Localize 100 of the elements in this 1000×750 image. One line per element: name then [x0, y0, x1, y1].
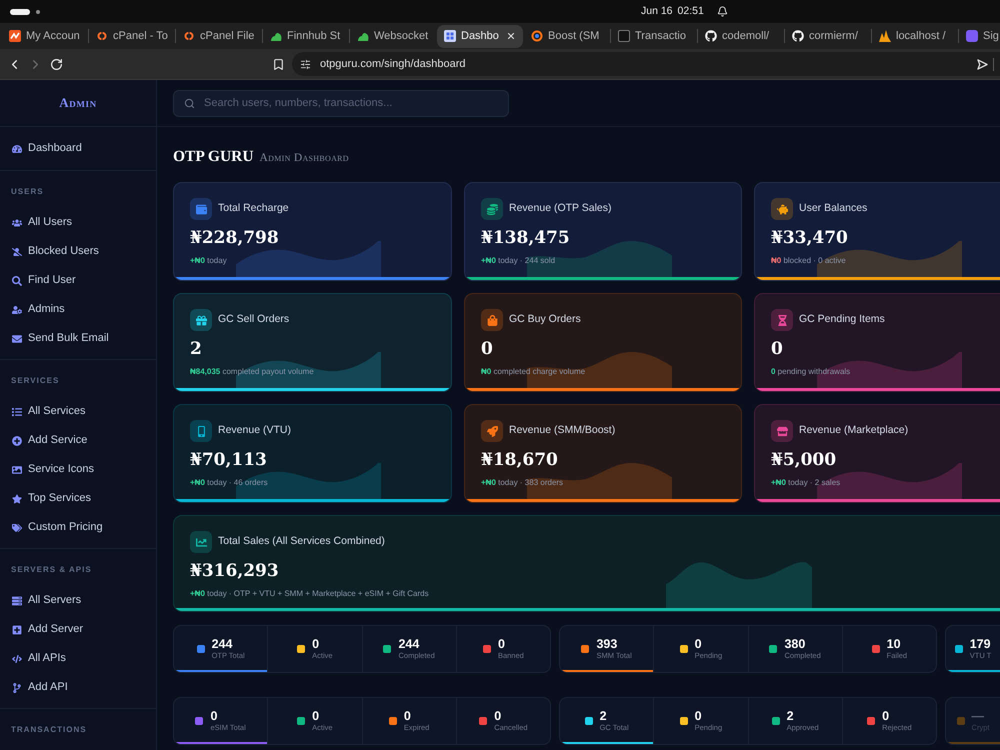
card-note: ₦84,035 completed payout volume	[190, 366, 314, 378]
branch-icon	[12, 682, 22, 692]
card-title: GC Pending Items	[799, 312, 885, 328]
stat-value: 2	[600, 709, 607, 723]
browser-tab[interactable]: cPanel File	[176, 24, 262, 48]
stat-value: 0	[498, 637, 505, 651]
accent-underline	[946, 670, 1000, 672]
rocket-icon	[481, 420, 503, 442]
grid-logo-icon	[444, 30, 456, 42]
sidebar-item[interactable]: Add API	[0, 673, 156, 702]
sidebar-item[interactable]: All APIs	[0, 644, 156, 673]
user-gear-icon	[12, 304, 22, 314]
send-icon[interactable]	[977, 58, 988, 70]
stat-value: 0	[494, 709, 502, 723]
cloud-icon	[357, 30, 369, 42]
card-title: Revenue (Marketplace)	[799, 423, 908, 438]
image-icon	[12, 464, 22, 474]
list-icon	[12, 406, 22, 416]
workspace-indicator[interactable]	[10, 8, 30, 14]
browser-tab[interactable]: cormierm/	[785, 24, 871, 48]
card-value: 0	[771, 338, 783, 360]
card-value: 2	[190, 338, 202, 360]
sidebar-item[interactable]: Top Services	[0, 484, 156, 513]
card-value: ₦316,293	[190, 560, 279, 582]
card-title: Total Sales (All Services Combined)	[218, 534, 385, 550]
stat-value: 0	[312, 637, 320, 651]
browser-tab[interactable]: Finnhub St	[263, 24, 349, 48]
github-icon	[705, 30, 717, 42]
cloud-icon	[270, 30, 282, 42]
section-heading: SERVICES	[10, 375, 60, 387]
browser-tab[interactable]: localhost /	[872, 24, 958, 48]
stat-value: 244	[398, 637, 420, 651]
bell-icon[interactable]	[716, 6, 728, 17]
section-heading: SERVERS & APIS	[10, 564, 92, 576]
card-value: ₦33,470	[771, 227, 848, 249]
envelope-icon	[12, 334, 22, 344]
stat-value: 0	[882, 709, 890, 723]
sliders-icon[interactable]	[300, 58, 311, 70]
sidebar-item[interactable]: Service Icons	[0, 455, 156, 484]
browser-tab[interactable]: Websocket	[350, 24, 436, 48]
stat-value: 244	[212, 637, 232, 651]
sidebar-item[interactable]: Add Service	[0, 426, 156, 455]
sidebar-item[interactable]: All Users	[0, 208, 156, 237]
browser-tab[interactable]: My Accoun	[2, 24, 88, 48]
accent-underline	[946, 742, 1000, 744]
sidebar-item[interactable]: All Servers	[0, 586, 156, 615]
sidebar-item[interactable]: All Services	[0, 397, 156, 426]
hourglass-icon	[771, 309, 793, 331]
sidebar-item[interactable]: Dashboard	[0, 134, 156, 163]
card-note: +₦0 today · OTP + VTU + SMM + Marketplace + eSIM + Gift Cards	[190, 588, 429, 600]
ring-logo-icon	[531, 30, 543, 42]
stat-value: 0	[312, 709, 320, 723]
card-title: GC Sell Orders	[218, 312, 290, 328]
reload-icon	[50, 58, 62, 70]
clock-time: 02:51	[678, 4, 704, 19]
stat-value: 10	[886, 637, 901, 651]
peaks-logo-icon	[879, 30, 891, 42]
card-note: +₦0 today	[190, 255, 227, 267]
stat-value: —	[972, 709, 984, 723]
search-field[interactable]: Search users, numbers, transactions...	[173, 90, 509, 116]
page-subtitle: Admin Dashboard	[260, 151, 349, 166]
browser-tab[interactable]: Sig	[959, 24, 1000, 48]
star-icon	[12, 494, 22, 504]
section-heading: TRANSACTIONS	[10, 724, 87, 736]
address-field[interactable]: otpguru.com/singh/dashboard	[292, 52, 1000, 76]
stat-value: 393	[596, 637, 618, 651]
gauge-icon	[12, 144, 22, 154]
card-note: +₦0 today · 244 sold	[481, 255, 556, 267]
stat-value: 380	[784, 637, 806, 651]
coins-icon	[481, 198, 503, 220]
browser-tab[interactable]: Dashbo	[437, 24, 523, 48]
browser-tab[interactable]: Boost (SM	[524, 24, 610, 48]
stat-value: 179	[970, 637, 991, 651]
chart-line-icon	[190, 531, 212, 553]
card-note: 0 pending withdrawals	[771, 366, 850, 378]
browser-tab[interactable]: codemoll/	[698, 24, 784, 48]
card-value: ₦70,113	[190, 449, 267, 471]
date-text: Jun 16	[641, 4, 673, 19]
close-icon	[506, 31, 516, 41]
github-icon	[792, 30, 804, 42]
card-title: Revenue (VTU)	[218, 423, 291, 438]
card-note: ₦0 blocked · 0 active	[771, 255, 846, 267]
store-icon	[771, 420, 793, 442]
card-note: ₦0 completed charge volume	[481, 366, 586, 378]
sidebar-item[interactable]: Blocked Users	[0, 237, 156, 266]
sidebar-item[interactable]: Custom Pricing	[0, 513, 156, 542]
card-note: +₦0 today · 383 orders	[481, 477, 564, 489]
sidebar-item[interactable]: Find User	[0, 266, 156, 295]
card-note: +₦0 today · 2 sales	[771, 477, 840, 489]
card-value: ₦18,670	[481, 449, 558, 471]
search-icon	[184, 98, 195, 108]
page-title: OTP GURU	[173, 147, 254, 167]
search-icon	[12, 276, 22, 286]
sidebar-item[interactable]: Add Server	[0, 615, 156, 644]
sidebar-item[interactable]: Admins	[0, 295, 156, 324]
browser-tab[interactable]: Transactio	[611, 24, 697, 48]
sidebar-item[interactable]: Send Bulk Email	[0, 324, 156, 353]
card-note: +₦0 today · 46 orders	[190, 477, 268, 489]
browser-tab[interactable]: cPanel - To	[89, 24, 175, 48]
card-title: Revenue (OTP Sales)	[509, 201, 612, 216]
